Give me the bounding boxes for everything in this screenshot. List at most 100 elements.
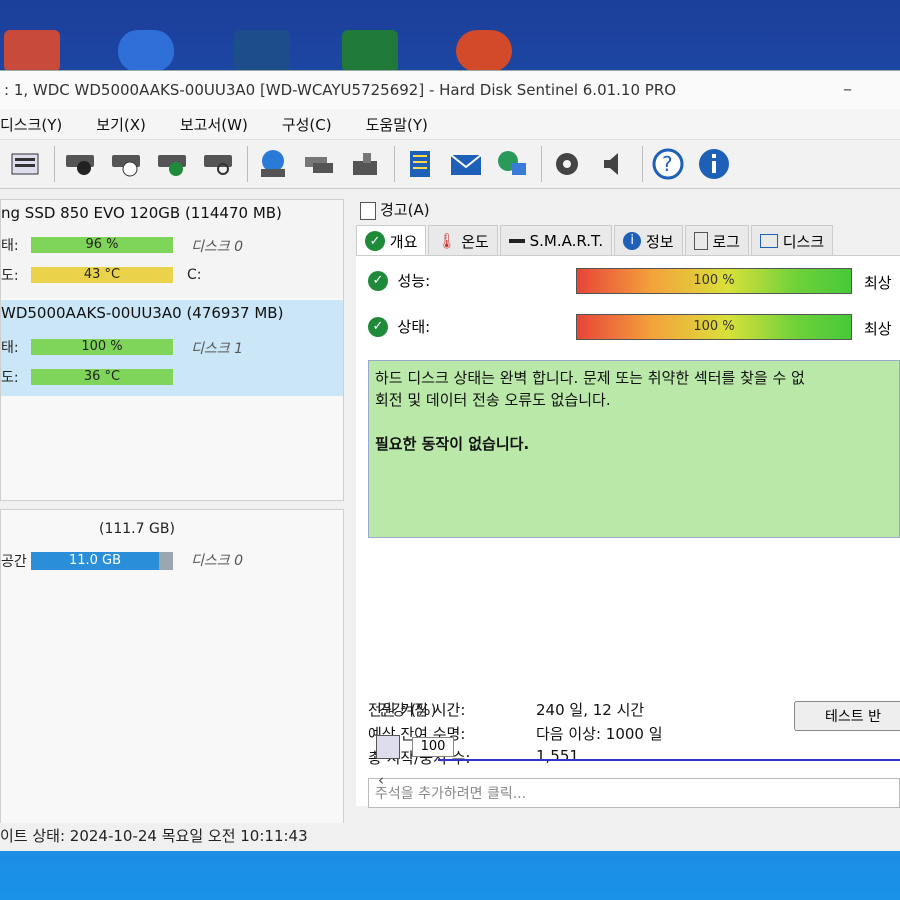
menu-disk[interactable]: 디스크(Y) [0, 114, 62, 135]
save-icon[interactable] [376, 735, 400, 759]
status-rating: 최상 [864, 320, 892, 338]
alert-tab[interactable]: 경고(A) [360, 199, 430, 220]
disk-name: WD5000AAKS-00UU3A0 [1, 304, 182, 322]
menu-view[interactable]: 보기(X) [96, 114, 146, 135]
temp-value: 36 °C [83, 369, 121, 384]
disk-download-icon[interactable] [348, 147, 382, 181]
svg-text:?: ? [662, 152, 673, 176]
disk-size: (114470 MB) [184, 204, 282, 222]
tab-log[interactable]: 로그 [684, 225, 749, 256]
toolbar-separator [541, 146, 542, 182]
gear-icon[interactable] [550, 147, 584, 181]
toolbar: ? [0, 139, 900, 189]
disk-list-panel: ng SSD 850 EVO 120GB (114470 MB) 태: 96 %… [0, 193, 344, 825]
details-panel: 경고(A) ✓ 개요 🌡 온도 S.M.A.R.T. i 정보 로그 디스크 ✓… [356, 193, 900, 808]
notepad-icon[interactable] [403, 147, 437, 181]
health-value: 96 % [85, 237, 119, 252]
disk-check-icon[interactable] [155, 147, 189, 181]
desktop-icons [0, 30, 900, 72]
tab-label: 개요 [389, 232, 418, 251]
log-icon [693, 232, 708, 250]
globe-disk-icon[interactable] [256, 147, 290, 181]
performance-bar: 100 % [576, 268, 852, 294]
health-bar: 96 % [31, 237, 173, 253]
thermometer-icon: 🌡 [437, 232, 457, 250]
tab-label: 온도 [461, 232, 489, 251]
temp-label: 도: [1, 268, 19, 284]
volume-bar: 11.0 GB [31, 552, 173, 570]
disk-clock-icon[interactable] [109, 147, 143, 181]
status-message: 하드 디스크 상태는 완벽 합니다. 문제 또는 취약한 섹터를 찾을 수 없 … [368, 360, 900, 538]
dash-icon [508, 239, 525, 243]
disk-entry-0[interactable]: ng SSD 850 EVO 120GB (114470 MB) 태: 96 %… [1, 200, 343, 298]
window-title: : 1, WDC WD5000AAKS-00UU3A0 [WD-WCAYU572… [4, 81, 677, 99]
overview-content: ✓ 성능: 100 % 최상 ✓ 상태: 100 % 최상 하드 디스크 상태는… [356, 255, 900, 808]
status-bar: 이트 상태: 2024-10-24 목요일 오전 10:11:43 [0, 823, 900, 849]
menu-bar: 디스크(Y) 보기(X) 보고서(W) 구성(C) 도움말(Y) [0, 109, 900, 139]
temp-value: 43 °C [83, 267, 121, 282]
tab-label: 디스크 [782, 232, 825, 251]
tab-info[interactable]: i 정보 [614, 225, 683, 256]
disk-size: (476937 MB) [186, 304, 284, 322]
disk-list: ng SSD 850 EVO 120GB (114470 MB) 태: 96 %… [0, 199, 344, 501]
tab-overview[interactable]: ✓ 개요 [356, 225, 427, 256]
health-row: 태: [1, 336, 19, 358]
help-icon[interactable]: ? [651, 147, 685, 181]
health-value-label: 100 [412, 737, 454, 757]
temp-label: 도: [1, 370, 19, 386]
menu-help[interactable]: 도움말(Y) [366, 114, 428, 135]
tab-label: 정보 [645, 232, 674, 251]
menu-report[interactable]: 보고서(W) [180, 114, 248, 135]
temp-bar: 36 °C [31, 369, 173, 385]
alert-tab-label: 경고(A) [380, 201, 430, 219]
disk-number: 디스크 1 [191, 341, 243, 357]
start-stop-value: 1,551 [536, 747, 579, 765]
drive-letter: C: [187, 267, 202, 283]
doc-icon [360, 201, 376, 220]
mail-icon[interactable] [449, 147, 483, 181]
info-icon[interactable] [697, 147, 731, 181]
health-bar: 100 % [31, 339, 173, 355]
volume-free-label: 공간 [1, 554, 27, 570]
tab-disk[interactable]: 디스크 [750, 225, 834, 256]
disk-entry-1-title: WD5000AAKS-00UU3A0 (476937 MB) [1, 300, 343, 328]
app-icon-avatar[interactable] [118, 30, 174, 72]
check-icon: ✓ [368, 270, 388, 291]
menu-config[interactable]: 구성(C) [282, 114, 332, 135]
disk-entry-1[interactable]: WD5000AAKS-00UU3A0 (476937 MB) 태: 100 % … [1, 300, 343, 396]
disk-icon[interactable] [63, 147, 97, 181]
app-icon-dark[interactable] [234, 30, 290, 72]
test-button[interactable]: 테스트 반 [794, 701, 900, 731]
app-icon-red[interactable] [4, 30, 60, 72]
temp-bar: 43 °C [31, 267, 173, 283]
temp-row: 도: [1, 264, 19, 286]
volume-free-value: 11.0 GB [31, 552, 159, 570]
tab-temperature[interactable]: 🌡 온도 [428, 225, 498, 256]
scroll-left-icon[interactable]: ‹ [378, 771, 384, 789]
health-label: 태: [1, 340, 19, 356]
status-label: 상태: [397, 318, 431, 336]
title-bar: : 1, WDC WD5000AAKS-00UU3A0 [WD-WCAYU572… [0, 71, 900, 109]
toolbar-separator [247, 146, 248, 182]
tab-label: 로그 [712, 232, 740, 251]
disk-swap-icon[interactable] [302, 147, 336, 181]
list-icon[interactable] [8, 147, 42, 181]
app-window: : 1, WDC WD5000AAKS-00UU3A0 [WD-WCAYU572… [0, 70, 900, 851]
network-icon[interactable] [495, 147, 529, 181]
health-chart-label: 건강 (%) [378, 701, 437, 719]
chart-icon [759, 234, 778, 248]
performance-value: 100 % [693, 273, 735, 288]
tab-smart[interactable]: S.M.A.R.T. [499, 225, 613, 256]
check-icon: ✓ [368, 316, 388, 337]
disk-search-icon[interactable] [201, 147, 235, 181]
powerpoint-icon[interactable] [456, 30, 512, 72]
health-label: 태: [1, 238, 19, 254]
speaker-icon[interactable] [596, 147, 630, 181]
disk-name: ng SSD 850 EVO 120GB [1, 204, 181, 222]
excel-icon[interactable] [342, 30, 398, 72]
minimize-icon[interactable]: – [843, 79, 852, 100]
health-line [438, 759, 900, 761]
performance-row: ✓ 성능: [368, 270, 430, 291]
health-row: 태: [1, 234, 19, 256]
